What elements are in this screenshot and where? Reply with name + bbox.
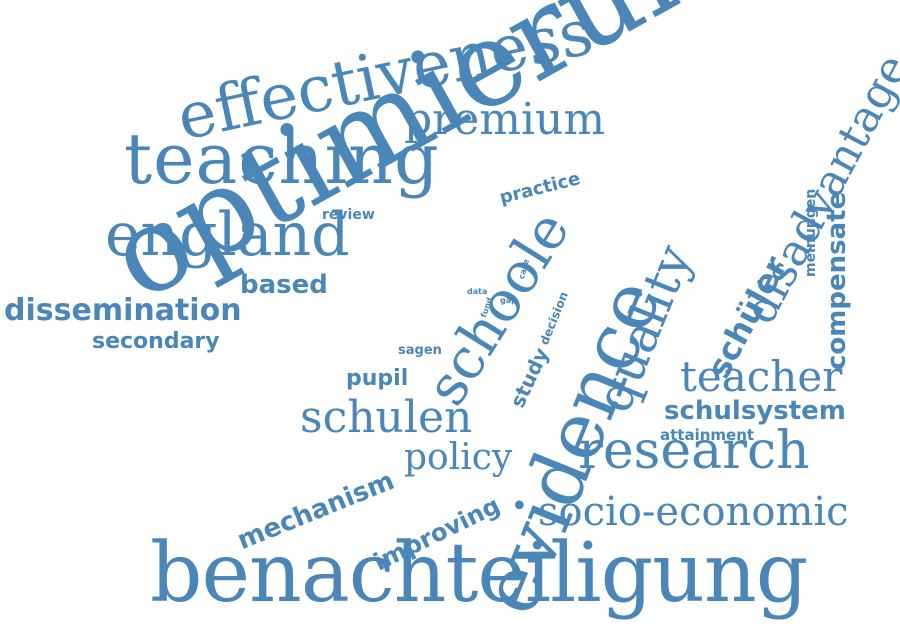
word-review: review bbox=[322, 207, 375, 223]
word-data: data bbox=[467, 287, 488, 296]
word-gap: gap bbox=[500, 296, 517, 305]
word-premium: premium bbox=[404, 94, 606, 145]
word-attainment: attainment bbox=[660, 426, 755, 444]
word-sagen: sagen bbox=[398, 343, 442, 358]
word-policy: policy bbox=[404, 437, 513, 478]
word-practice: practice bbox=[497, 168, 583, 209]
word-england: england bbox=[105, 200, 350, 270]
word-cloud: optimierung benachteiligung evidence tea… bbox=[0, 0, 900, 633]
word-based: based bbox=[240, 270, 328, 300]
word-decision: decision bbox=[537, 289, 572, 347]
word-dissemination: dissemination bbox=[4, 293, 242, 328]
word-pupil: pupil bbox=[346, 366, 409, 391]
word-schulsystem: schulsystem bbox=[664, 396, 846, 426]
word-schulen: schulen bbox=[300, 392, 473, 443]
word-meinungen: meinungen bbox=[803, 188, 819, 277]
word-secondary: secondary bbox=[92, 329, 220, 354]
word-compensate: compensate bbox=[822, 191, 852, 370]
word-socio-economic: socio-economic bbox=[538, 489, 849, 535]
